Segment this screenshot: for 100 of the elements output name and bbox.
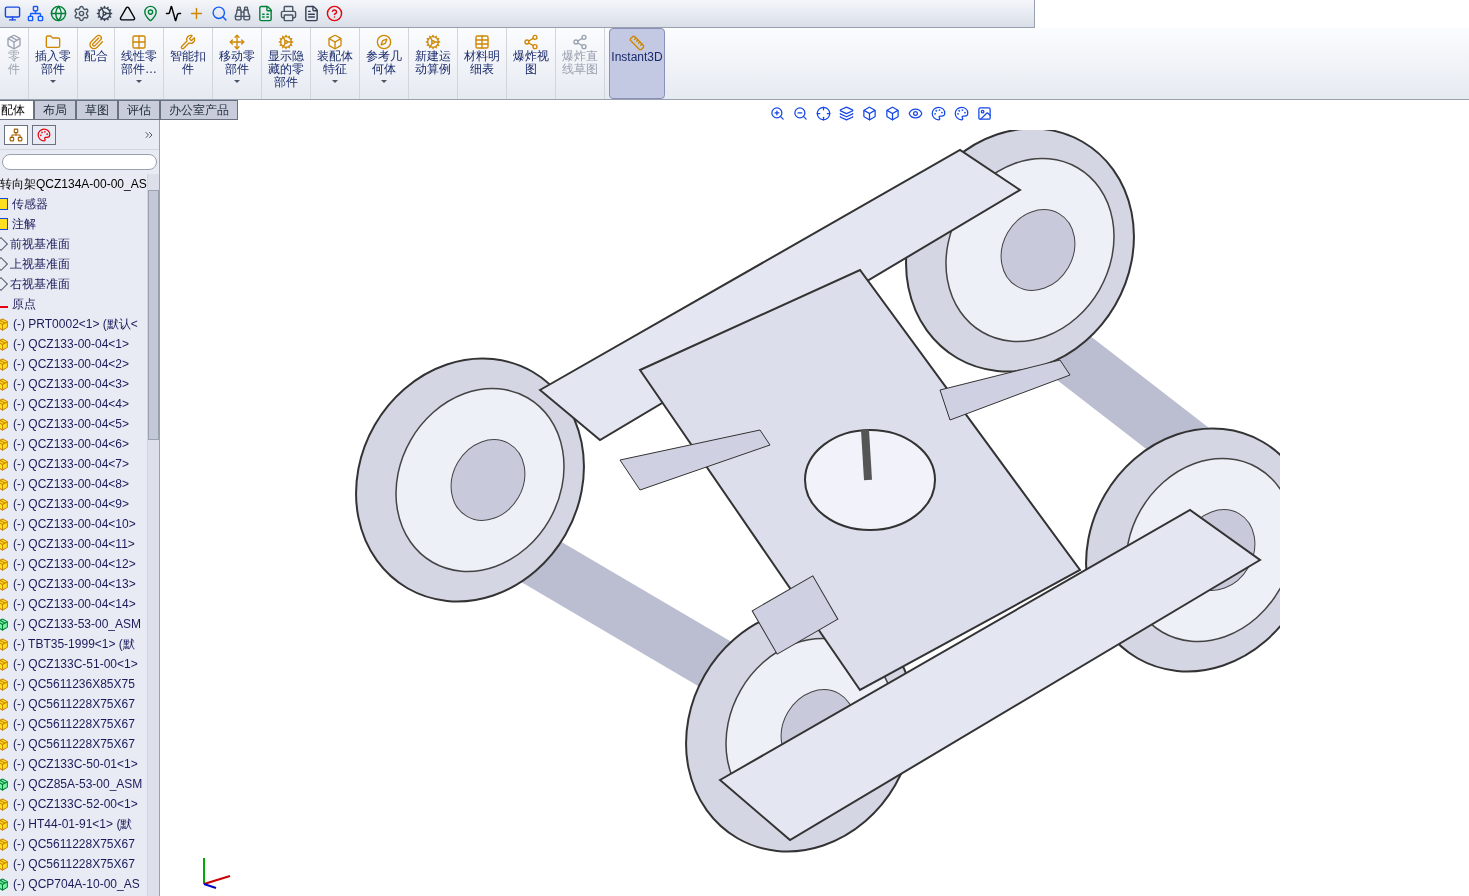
pin-icon[interactable]: [142, 5, 159, 22]
move-icon: [229, 34, 245, 50]
command-tab[interactable]: 办公室产品: [160, 100, 238, 120]
tree-item[interactable]: (-) QC5611236X85X75: [0, 674, 147, 694]
tree-item[interactable]: (-) HT44-01-91<1> (默: [0, 814, 147, 834]
command-tab[interactable]: 布局: [34, 100, 76, 120]
ribbon-command[interactable]: 显示隐 藏的零 部件: [262, 28, 311, 99]
part-icon: [0, 657, 9, 671]
view-orientation-icon[interactable]: [862, 106, 877, 121]
ribbon-command[interactable]: 装配体 特征: [311, 28, 360, 99]
tree-item[interactable]: (-) QCZ133-00-04<9>: [0, 494, 147, 514]
tree-item[interactable]: (-) QC5611228X75X67: [0, 734, 147, 754]
tree-item[interactable]: (-) QC5611228X75X67: [0, 854, 147, 874]
tree-item[interactable]: 注解: [0, 214, 147, 234]
tree-item[interactable]: (-) QCP704A-10-00_AS: [0, 874, 147, 894]
part-icon: [0, 537, 9, 551]
tree-item[interactable]: (-) QC5611228X75X67: [0, 834, 147, 854]
tree-item[interactable]: (-) QCZ85A-53-00_ASM: [0, 774, 147, 794]
command-tab[interactable]: 草图: [76, 100, 118, 120]
tree-item[interactable]: (-) QCZ133-00-04<8>: [0, 474, 147, 494]
branch-icon: [523, 34, 539, 50]
triangle-icon[interactable]: [119, 5, 136, 22]
part-icon: [0, 757, 9, 771]
tree-item[interactable]: (-) QCZ133-00-04<7>: [0, 454, 147, 474]
tree-item[interactable]: (-) QCZ133-53-00_ASM: [0, 614, 147, 634]
filter-field[interactable]: [2, 154, 157, 170]
tree-item[interactable]: (-) QCZ133C-52-00<1>: [0, 794, 147, 814]
section-icon[interactable]: [839, 106, 854, 121]
command-tab[interactable]: 配体: [0, 100, 34, 120]
tree-item[interactable]: (-) QCZ133-00-04<12>: [0, 554, 147, 574]
box-icon: [6, 34, 22, 50]
folder-icon: [45, 34, 61, 50]
tree-item[interactable]: (-) QC5611228X75X67: [0, 694, 147, 714]
tree-item[interactable]: (-) QCZ133-00-04<6>: [0, 434, 147, 454]
gear-icon[interactable]: [96, 5, 113, 22]
tree-item[interactable]: (-) QCZ133-00-04<13>: [0, 574, 147, 594]
ribbon-command[interactable]: 移动零 部件: [213, 28, 262, 99]
tree-item[interactable]: (-) QCZ133-00-04<2>: [0, 354, 147, 374]
settings-icon[interactable]: [73, 5, 90, 22]
tree-item[interactable]: (-) QCZ133-00-04<4>: [0, 394, 147, 414]
tree-item[interactable]: (-) TBT35-1999<1> (默: [0, 634, 147, 654]
help-icon[interactable]: [326, 5, 343, 22]
network-icon[interactable]: [27, 5, 44, 22]
feature-tree-tab[interactable]: [4, 124, 28, 145]
gear-icon: [278, 34, 294, 50]
crosshair-icon[interactable]: [816, 106, 831, 121]
document-icon[interactable]: [303, 5, 320, 22]
compass-icon: [376, 34, 392, 50]
tree-item[interactable]: (-) QCZ133-00-04<14>: [0, 594, 147, 614]
tree-item[interactable]: 上视基准面: [0, 254, 147, 274]
tree-icon: [9, 127, 23, 142]
part-icon: [0, 357, 9, 371]
ruler-icon: [629, 35, 645, 51]
part-icon: [0, 477, 9, 491]
part-icon: [0, 397, 9, 411]
part-icon: [0, 437, 9, 451]
cross-icon[interactable]: [188, 5, 205, 22]
printer-icon[interactable]: [280, 5, 297, 22]
ribbon-command[interactable]: 参考几 何体: [360, 28, 409, 99]
part-icon: [0, 557, 9, 571]
ribbon-command[interactable]: 爆炸视 图: [507, 28, 556, 99]
ribbon-command[interactable]: 材料明 细表: [458, 28, 507, 99]
tree-item[interactable]: 前视基准面: [0, 234, 147, 254]
cube-icon[interactable]: [885, 106, 900, 121]
tree-item[interactable]: (-) QCZ133C-50-01<1>: [0, 754, 147, 774]
tree-item[interactable]: 原点: [0, 294, 147, 314]
part-icon: [0, 497, 9, 511]
ribbon-command[interactable]: 插入零 部件: [29, 28, 78, 99]
ribbon-command[interactable]: 线性零 部件…: [115, 28, 164, 99]
tree-item[interactable]: (-) QC5611228X75X67: [0, 714, 147, 734]
tree-item[interactable]: (-) QCZ133-00-04<5>: [0, 414, 147, 434]
zoom-area-icon[interactable]: [793, 106, 808, 121]
command-tab[interactable]: 评估: [118, 100, 160, 120]
branch-icon: [572, 34, 588, 50]
tree-item[interactable]: (-) QCZ133-00-04<11>: [0, 534, 147, 554]
appearance-tab[interactable]: [32, 124, 56, 145]
tree-item[interactable]: 右视基准面: [0, 274, 147, 294]
part-icon: [0, 317, 9, 331]
ribbon-command[interactable]: 新建运 动算例: [409, 28, 458, 99]
tree-item[interactable]: (-) QCZ133-00-04<3>: [0, 374, 147, 394]
ribbon-command[interactable]: 智能扣 件: [164, 28, 213, 99]
tree-root[interactable]: 转向架QCZ134A-00-00_AS: [0, 174, 147, 194]
tree-item[interactable]: (-) QCZ133-00-04<10>: [0, 514, 147, 534]
globe-icon[interactable]: [50, 5, 67, 22]
cube-icon: [327, 34, 343, 50]
part-icon: [0, 637, 9, 651]
ribbon-command[interactable]: 配合: [78, 28, 115, 99]
search-icon[interactable]: [211, 5, 228, 22]
binoculars-icon[interactable]: [234, 5, 251, 22]
part-icon: [0, 377, 9, 391]
part-icon: [0, 817, 9, 831]
part-icon: [0, 737, 9, 751]
zoom-icon[interactable]: [770, 106, 785, 121]
tree-item[interactable]: (-) PRT0002<1> (默认<: [0, 314, 147, 334]
tree-item[interactable]: 传感器: [0, 194, 147, 214]
ribbon-command[interactable]: Instant3D: [609, 28, 665, 99]
spreadsheet-icon[interactable]: [257, 5, 274, 22]
scrollbar[interactable]: [147, 174, 159, 896]
tree-item[interactable]: (-) QCZ133C-51-00<1>: [0, 654, 147, 674]
tree-item[interactable]: (-) QCZ133-00-04<1>: [0, 334, 147, 354]
